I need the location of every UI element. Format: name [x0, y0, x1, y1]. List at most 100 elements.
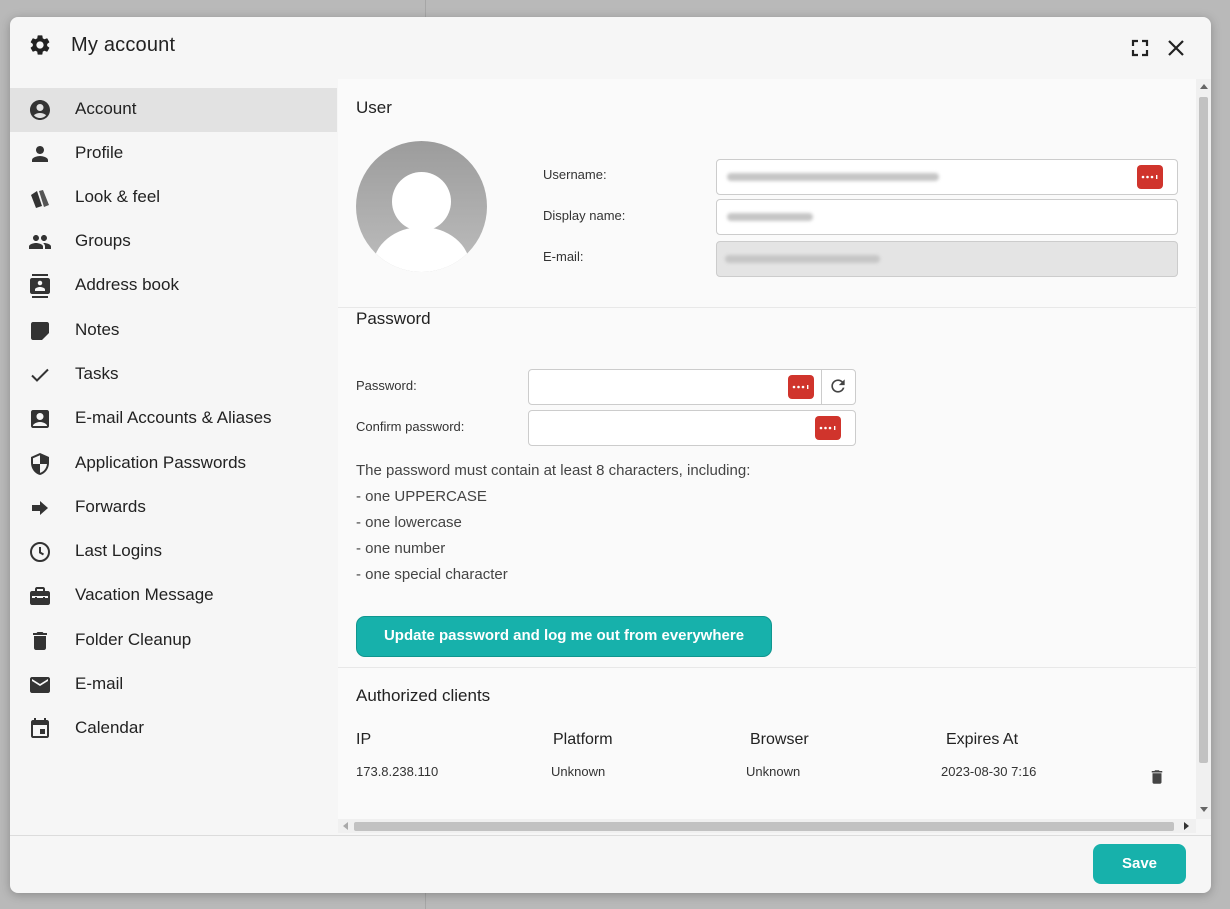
suitcase-icon	[30, 587, 50, 605]
sidebar-item-label: Application Passwords	[75, 453, 247, 472]
sidebar-item-account[interactable]: Account	[10, 88, 337, 132]
user-section-title: User	[356, 98, 392, 117]
column-header-platform: Platform	[553, 731, 613, 748]
scroll-left-arrow-icon[interactable]	[343, 822, 348, 830]
group-icon	[29, 235, 51, 249]
trash-icon	[33, 632, 47, 650]
authorized-clients-title: Authorized clients	[356, 686, 491, 705]
sidebar-item-label: Look & feel	[75, 187, 161, 206]
sidebar-item-notes[interactable]: Notes	[10, 309, 337, 353]
sidebar-item-label: Groups	[75, 231, 131, 250]
sidebar-item-label: Vacation Message	[75, 585, 214, 604]
sidebar-item-email[interactable]: E-mail	[10, 663, 337, 707]
sidebar-item-forwards[interactable]: Forwards	[10, 486, 337, 530]
client-platform: Unknown	[551, 764, 606, 779]
sidebar-item-application-passwords[interactable]: Application Passwords	[10, 442, 337, 486]
sidebar-item-groups[interactable]: Groups	[10, 220, 337, 264]
scroll-up-arrow-icon[interactable]	[1200, 84, 1208, 89]
sidebar-item-profile[interactable]: Profile	[10, 132, 337, 176]
sidebar-item-label: Calendar	[75, 718, 144, 737]
avatar[interactable]	[356, 141, 487, 272]
footer-divider	[10, 835, 1211, 836]
redacted-display-name	[727, 213, 813, 221]
maximize-button[interactable]	[1129, 37, 1151, 59]
column-header-expires-at: Expires At	[946, 731, 1019, 748]
person-icon	[32, 146, 48, 162]
username-input[interactable]	[716, 159, 1178, 195]
password-manager-dots-icon	[792, 385, 809, 389]
sidebar-item-label: Account	[75, 99, 137, 118]
sidebar-item-label: Profile	[75, 143, 124, 162]
password-section-title: Password	[356, 309, 431, 328]
password-manager-dots-icon	[1141, 175, 1158, 179]
refresh-icon	[831, 379, 845, 393]
envelope-icon	[30, 677, 50, 693]
sidebar-item-vacation-message[interactable]: Vacation Message	[10, 574, 337, 618]
close-icon	[1168, 40, 1184, 56]
dialog-title: My account	[71, 34, 176, 56]
password-input[interactable]	[528, 369, 856, 405]
password-manager-dots-icon	[819, 426, 836, 430]
check-icon	[31, 368, 49, 382]
password-label: Password:	[356, 378, 417, 393]
password-hint-line: - one special character	[356, 566, 508, 583]
sidebar-item-look-and-feel[interactable]: Look & feel	[10, 176, 337, 220]
confirm-password-input[interactable]	[528, 410, 856, 446]
sidebar-item-label: Notes	[75, 320, 120, 339]
sidebar-item-address-book[interactable]: Address book	[10, 264, 337, 308]
sidebar-item-tasks[interactable]: Tasks	[10, 353, 337, 397]
client-ip: 173.8.238.110	[356, 764, 439, 779]
sidebar-item-label: E-mail	[75, 674, 124, 693]
shield-icon	[31, 453, 49, 475]
avatar-body-shape	[373, 227, 470, 272]
client-expires: 2023-08-30 7:16	[941, 764, 1037, 779]
horizontal-scroll-thumb[interactable]	[354, 822, 1174, 831]
update-password-button[interactable]: Update password and log me out from ever…	[356, 616, 772, 657]
maximize-icon	[1131, 39, 1149, 57]
password-manager-icon[interactable]	[1137, 165, 1163, 189]
sidebar-item-last-logins[interactable]: Last Logins	[10, 530, 337, 574]
column-header-browser: Browser	[750, 731, 809, 748]
password-manager-icon[interactable]	[815, 416, 841, 440]
sidebar-item-folder-cleanup[interactable]: Folder Cleanup	[10, 619, 337, 663]
delete-client-icon[interactable]	[1148, 767, 1166, 787]
scroll-right-arrow-icon[interactable]	[1184, 822, 1189, 830]
gear-icon	[30, 35, 50, 55]
vertical-scrollbar[interactable]	[1196, 79, 1211, 819]
vertical-scroll-thumb[interactable]	[1199, 97, 1208, 763]
sidebar: Account Profile Look & feel Groups Addre…	[10, 79, 337, 835]
main-content: User Username: Display name: E-mail: Pas…	[338, 79, 1196, 819]
password-hint-line: - one number	[356, 540, 446, 557]
calendar-icon	[31, 718, 49, 738]
password-hint-line: - one UPPERCASE	[356, 488, 487, 505]
sidebar-item-label: Address book	[75, 275, 179, 294]
title-bar: My account	[10, 17, 1211, 79]
clock-icon	[30, 542, 50, 562]
close-button[interactable]	[1165, 37, 1187, 59]
client-browser: Unknown	[746, 764, 801, 779]
section-divider	[338, 307, 1196, 308]
redacted-email	[725, 255, 880, 263]
arrow-right-icon	[32, 501, 48, 515]
column-header-ip: IP	[356, 731, 372, 748]
password-manager-icon[interactable]	[788, 375, 814, 399]
confirm-password-label: Confirm password:	[356, 419, 465, 434]
display-name-input[interactable]	[716, 199, 1178, 235]
scroll-down-arrow-icon[interactable]	[1200, 807, 1208, 812]
section-divider	[338, 667, 1196, 668]
email-label: E-mail:	[543, 249, 584, 264]
sidebar-item-email-accounts[interactable]: E-mail Accounts & Aliases	[10, 397, 337, 441]
horizontal-scrollbar[interactable]	[338, 819, 1196, 833]
contacts-icon	[30, 274, 50, 298]
sidebar-item-label: Folder Cleanup	[75, 630, 192, 649]
sidebar-item-calendar[interactable]: Calendar	[10, 707, 337, 751]
email-input	[716, 241, 1178, 277]
password-hint-line: - one lowercase	[356, 514, 462, 531]
generate-password-button[interactable]	[821, 370, 855, 404]
sidebar-item-label: E-mail Accounts & Aliases	[75, 408, 272, 427]
redacted-username	[727, 173, 939, 181]
my-account-dialog: My account Account Profile Look & feel G…	[10, 17, 1211, 893]
save-button[interactable]: Save	[1093, 844, 1186, 884]
sidebar-item-label: Tasks	[75, 364, 119, 383]
avatar-head-shape	[392, 172, 451, 231]
